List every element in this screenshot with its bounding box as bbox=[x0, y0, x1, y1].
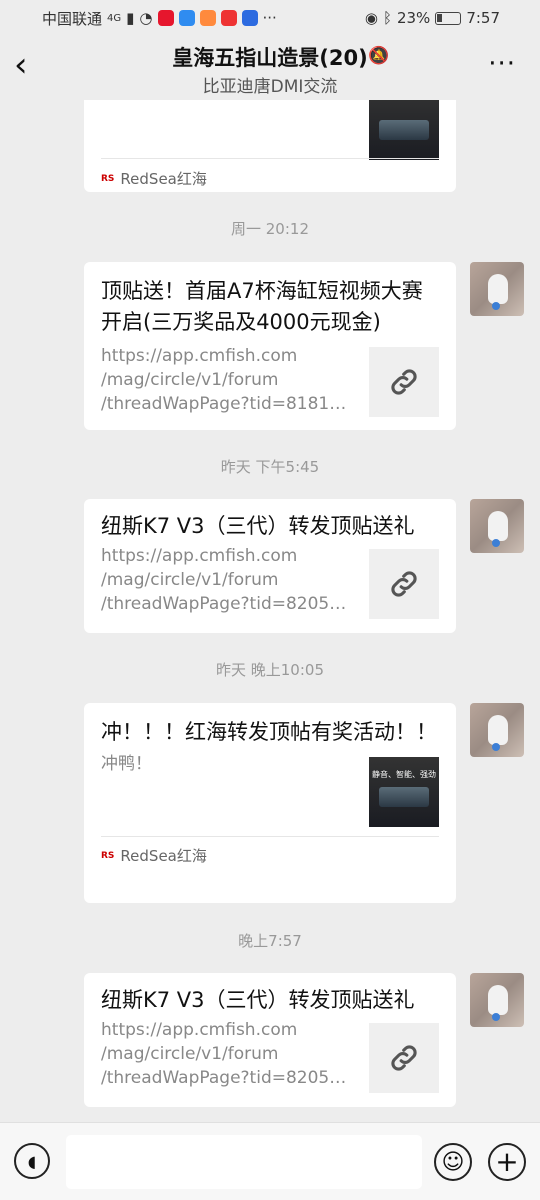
timestamp: 昨天 下午5:45 bbox=[220, 458, 320, 476]
url-line: https://app.cmfish.com bbox=[101, 346, 298, 366]
chat-area[interactable]: RS RedSea红海 周一 20:12 顶贴送！首届A7杯海缸短视频大赛开启(… bbox=[0, 100, 540, 1122]
url-line: /threadWapPage?tid=82059… bbox=[101, 594, 351, 614]
product-image bbox=[379, 120, 429, 140]
timestamp: 晚上7:57 bbox=[238, 932, 302, 950]
message-body: https://app.cmfish.com /mag/circle/v1/fo… bbox=[84, 544, 456, 619]
url-line: https://app.cmfish.com bbox=[101, 546, 298, 566]
message-title: 纽斯K7 V3（三代）转发顶贴送礼 bbox=[101, 988, 415, 1012]
url-line: https://app.cmfish.com bbox=[101, 1020, 298, 1040]
app-icon bbox=[199, 10, 216, 26]
message-card[interactable]: 顶贴送！首届A7杯海缸短视频大赛开启(三万奖品及4000元现金) https:/… bbox=[84, 262, 456, 430]
avatar[interactable] bbox=[470, 973, 524, 1027]
message-source: RS RedSea红海 bbox=[84, 160, 224, 197]
chat-title: 皇海五指山造景(20) bbox=[172, 46, 368, 70]
message-thumbnail: 静音、智能、强劲 bbox=[369, 757, 439, 827]
url-line: /mag/circle/v1/forum bbox=[101, 570, 279, 590]
link-icon bbox=[369, 347, 439, 417]
reader-icon bbox=[220, 10, 237, 26]
timestamp: 昨天 晚上10:05 bbox=[216, 661, 324, 679]
chat-header: ‹ 皇海五指山造景(20) 🔕 比亚迪唐DMI交流 ··· bbox=[0, 36, 540, 100]
browser-icon bbox=[178, 10, 195, 26]
divider bbox=[101, 158, 439, 159]
battery-icon bbox=[435, 11, 462, 25]
message-url: https://app.cmfish.com /mag/circle/v1/fo… bbox=[101, 544, 351, 616]
message-card[interactable]: RS RedSea红海 bbox=[84, 100, 456, 192]
input-bar: ◖ ☺ + bbox=[0, 1122, 540, 1200]
source-name: RedSea红海 bbox=[120, 170, 207, 188]
message-input[interactable] bbox=[66, 1135, 422, 1189]
redsea-logo: RS bbox=[101, 850, 115, 861]
link-icon bbox=[369, 549, 439, 619]
url-line: /threadWapPage?tid=81816… bbox=[101, 394, 351, 414]
message-source: RS RedSea红海 bbox=[84, 837, 456, 874]
chat-subtitle: 比亚迪唐DMI交流 bbox=[202, 77, 338, 97]
message-url: https://app.cmfish.com /mag/circle/v1/fo… bbox=[101, 344, 351, 416]
baidu-icon bbox=[241, 10, 258, 26]
plus-icon[interactable]: + bbox=[488, 1143, 526, 1181]
status-bar: 中国联通 4G ▮ ◔ ··· ◉ ᛒ 23% 7:57 bbox=[0, 0, 540, 36]
message-body: https://app.cmfish.com /mag/circle/v1/fo… bbox=[84, 1018, 456, 1093]
carrier-label: 中国联通 bbox=[42, 9, 103, 28]
clock: 7:57 bbox=[466, 9, 500, 27]
status-right: ◉ ᛒ 23% 7:57 bbox=[365, 9, 500, 27]
message-body: 冲鸭！ 静音、智能、强劲 bbox=[84, 752, 456, 836]
more-notifications-icon: ··· bbox=[262, 9, 277, 27]
message-url: https://app.cmfish.com /mag/circle/v1/fo… bbox=[101, 1018, 351, 1090]
avatar[interactable] bbox=[470, 262, 524, 316]
voice-icon[interactable]: ◖ bbox=[14, 1143, 50, 1179]
weibo-icon bbox=[157, 10, 174, 26]
message-card[interactable]: 纽斯K7 V3（三代）转发顶贴送礼 https://app.cmfish.com… bbox=[84, 499, 456, 633]
battery-percent: 23% bbox=[396, 9, 431, 27]
redsea-logo: RS bbox=[101, 173, 115, 184]
status-left: 中国联通 4G ▮ ◔ ··· bbox=[42, 8, 277, 29]
product-image bbox=[379, 787, 429, 807]
message-desc: 冲鸭！ bbox=[101, 754, 152, 774]
thumbnail-caption: 静音、智能、强劲 bbox=[372, 770, 436, 779]
message-title: 顶贴送！首届A7杯海缸短视频大赛开启(三万奖品及4000元现金) bbox=[101, 279, 423, 334]
eye-icon: ◉ bbox=[364, 9, 378, 27]
message-card[interactable]: 纽斯K7 V3（三代）转发顶贴送礼 https://app.cmfish.com… bbox=[84, 973, 456, 1107]
link-icon bbox=[369, 1023, 439, 1093]
source-name: RedSea红海 bbox=[120, 847, 207, 865]
emoji-icon[interactable]: ☺ bbox=[434, 1143, 472, 1181]
network-label: 4G bbox=[107, 12, 122, 24]
wifi-icon: ◔ bbox=[139, 9, 153, 27]
url-line: /mag/circle/v1/forum bbox=[101, 1044, 279, 1064]
url-line: /mag/circle/v1/forum bbox=[101, 370, 279, 390]
bell-muted-icon: 🔕 bbox=[368, 46, 390, 66]
bluetooth-icon: ᛒ bbox=[382, 9, 392, 27]
message-card[interactable]: 冲！！！红海转发顶帖有奖活动！！ 冲鸭！ 静音、智能、强劲 RS RedSea红… bbox=[84, 703, 456, 903]
url-line: /threadWapPage?tid=82059… bbox=[101, 1068, 351, 1088]
message-thumbnail bbox=[369, 100, 439, 160]
avatar[interactable] bbox=[470, 703, 524, 757]
avatar[interactable] bbox=[470, 499, 524, 553]
more-icon[interactable]: ··· bbox=[488, 51, 516, 77]
signal-icon: ▮ bbox=[126, 9, 135, 27]
timestamp: 周一 20:12 bbox=[231, 220, 309, 238]
message-body: https://app.cmfish.com /mag/circle/v1/fo… bbox=[84, 344, 456, 417]
message-title: 纽斯K7 V3（三代）转发顶贴送礼 bbox=[101, 514, 415, 538]
message-title: 冲！！！红海转发顶帖有奖活动！！ bbox=[101, 720, 437, 744]
